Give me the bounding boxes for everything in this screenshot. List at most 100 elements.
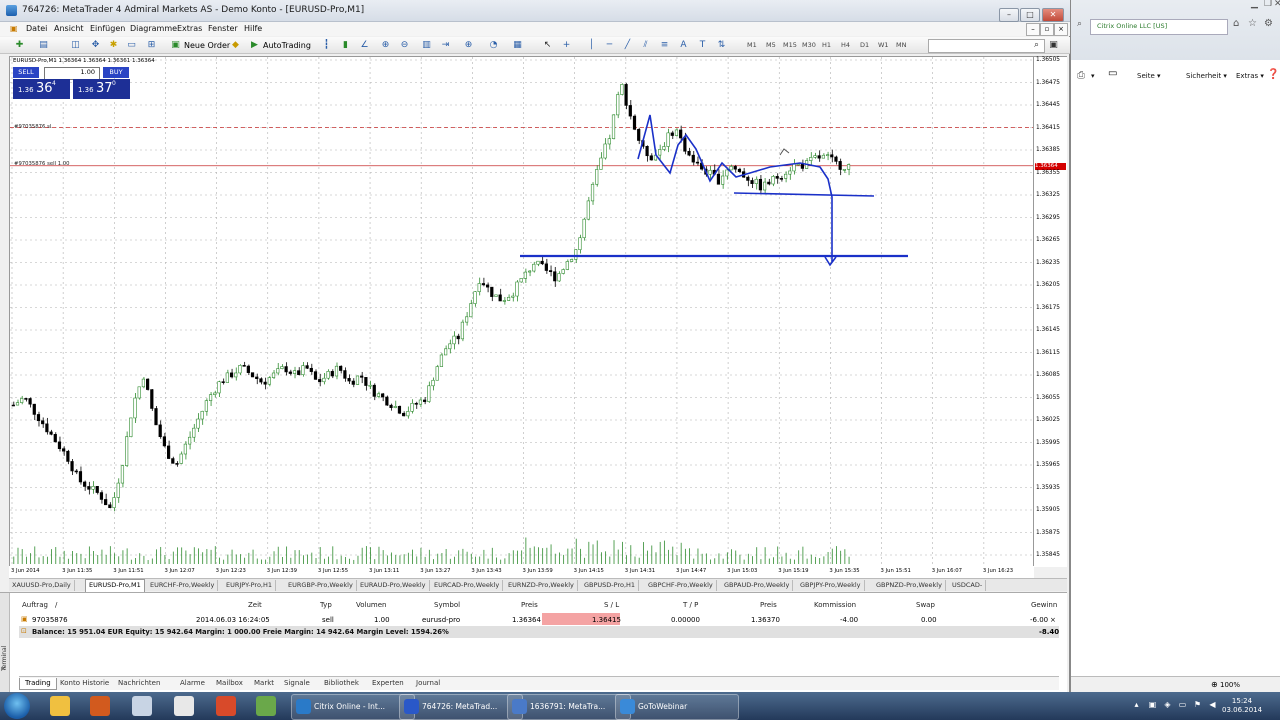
col-zeit[interactable]: Zeit — [248, 601, 262, 609]
market-watch-icon[interactable]: ◫ — [70, 40, 81, 51]
timeframe-w1[interactable]: W1 — [878, 41, 889, 49]
price-axis[interactable]: 1.36364 1.36505 1.36475 1.36445 1.36415 1.36… — [1034, 56, 1067, 567]
menu-ansicht[interactable]: Ansicht — [54, 24, 84, 33]
task-citrix-online[interactable]: Citrix Online - Int... — [291, 694, 415, 720]
menu-browser-extras[interactable]: Extras ▾ — [1236, 72, 1264, 80]
timeframe-m30[interactable]: M30 — [802, 41, 816, 49]
tray-monitor-icon[interactable]: ▭ — [1178, 700, 1187, 709]
chart-tab[interactable]: GBPJPY-Pro,Weekly — [797, 580, 865, 591]
print-icon[interactable]: ⎙ — [1077, 70, 1085, 81]
autotrading-button[interactable]: ▶ AutoTrading — [249, 39, 311, 52]
col-volumen[interactable]: Volumen — [356, 601, 386, 609]
chart-tab[interactable]: EURNZD-Pro,Weekly — [505, 580, 578, 591]
tile-windows-icon[interactable]: ▥ — [421, 40, 432, 51]
menu-fenster[interactable]: Fenster — [208, 24, 238, 33]
menu-hilfe[interactable]: Hilfe — [244, 24, 262, 33]
timeframe-h1[interactable]: H1 — [822, 41, 831, 49]
bar-chart-icon[interactable]: ┇ — [321, 40, 332, 51]
menu-sicherheit[interactable]: Sicherheit ▾ — [1186, 72, 1227, 80]
print-dropdown-icon[interactable]: ▾ — [1091, 72, 1095, 80]
settings-gear-icon[interactable]: ⚙ — [1264, 18, 1273, 29]
close-order-icon[interactable]: × — [1050, 616, 1056, 624]
crosshair-icon[interactable]: + — [561, 40, 572, 51]
help-icon[interactable]: ❓ — [1267, 69, 1279, 80]
terminal-tab[interactable]: Mailbox — [211, 678, 248, 689]
timeframe-m15[interactable]: M15 — [783, 41, 797, 49]
explorer-icon[interactable] — [50, 696, 70, 716]
zoom-out-icon[interactable]: ⊖ — [399, 40, 410, 51]
minimize-button[interactable]: – — [999, 8, 1019, 22]
timeframe-d1[interactable]: D1 — [860, 41, 869, 49]
start-button[interactable] — [4, 693, 30, 719]
zoom-level[interactable]: 100% — [1220, 681, 1240, 689]
meta-editor-icon[interactable]: ◆ — [230, 40, 241, 51]
chart-tab[interactable]: GBPCHF-Pro,Weekly — [645, 580, 717, 591]
office-icon[interactable] — [216, 696, 236, 716]
chart-tab[interactable]: EURUSD-Pro,M1 — [85, 579, 145, 592]
col-tp[interactable]: T / P — [683, 601, 698, 609]
timeframe-m5[interactable]: M5 — [766, 41, 776, 49]
terminal-tab[interactable]: Signale — [279, 678, 315, 689]
browser-restore-icon[interactable]: ❐ — [1264, 0, 1272, 9]
col-swap[interactable]: Swap — [916, 601, 935, 609]
search-icon[interactable]: ⌕ — [1031, 40, 1042, 51]
sell-button[interactable]: 1.36 36 4 — [13, 79, 70, 99]
menu-extras[interactable]: Extras — [177, 24, 202, 33]
favorites-icon[interactable]: ☆ — [1248, 18, 1257, 29]
arrows-icon[interactable]: ⇅ — [716, 40, 727, 51]
task-metatrader-1636791[interactable]: 1636791: MetaTra... — [507, 694, 631, 720]
chart-tab[interactable]: GBPAUD-Pro,Weekly — [721, 580, 794, 591]
chart-tab[interactable]: GBPUSD-Pro,H1 — [581, 580, 640, 591]
mdi-restore-icon[interactable]: ▫ — [1040, 23, 1054, 36]
excel-icon[interactable] — [256, 696, 276, 716]
new-order-button[interactable]: ▣ Neue Order — [170, 39, 230, 52]
chart-tab[interactable]: USDCAD- — [949, 580, 987, 591]
periods-icon[interactable]: ◔ — [488, 40, 499, 51]
cell-tp[interactable]: 0.00000 — [671, 616, 700, 624]
cell-sl[interactable]: 1.36415 — [592, 616, 621, 624]
chart-tab[interactable]: GBPNZD-Pro,Weekly — [873, 580, 946, 591]
chart-tab[interactable]: XAUUSD-Pro,Daily — [9, 580, 75, 591]
vertical-line-icon[interactable]: │ — [586, 40, 597, 51]
line-chart-icon[interactable]: ∠ — [359, 40, 370, 51]
stop-loss-label[interactable]: #97035876 sl — [14, 124, 51, 130]
horizontal-line-icon[interactable]: ─ — [604, 40, 615, 51]
navigator-icon[interactable]: ✥ — [90, 40, 101, 51]
time-axis[interactable]: 3 Jun 2014 3 Jun 11:35 3 Jun 11:51 3 Jun 12… — [9, 566, 1034, 578]
task-gotowebinar[interactable]: GoToWebinar — [615, 694, 739, 720]
maximize-button[interactable]: □ — [1020, 8, 1040, 22]
community-icon[interactable]: ▣ — [1048, 40, 1059, 51]
menu-seite[interactable]: Seite ▾ — [1137, 72, 1161, 80]
buy-tab[interactable]: BUY — [103, 67, 129, 78]
calculator-icon[interactable] — [132, 696, 152, 716]
col-preis[interactable]: Preis — [521, 601, 538, 609]
chart-tab[interactable]: EURCHF-Pro,Weekly — [147, 580, 219, 591]
terminal-tab[interactable]: Nachrichten — [113, 678, 165, 689]
tray-shield-icon[interactable]: ◈ — [1163, 700, 1172, 709]
channel-icon[interactable]: ⫽ — [640, 40, 651, 51]
terminal-tab[interactable]: Alarme — [175, 678, 210, 689]
mdi-minimize-icon[interactable]: – — [1026, 23, 1040, 36]
profiles-icon[interactable]: ▤ — [38, 40, 49, 51]
terminal-icon[interactable]: ▭ — [126, 40, 137, 51]
chart-shift-icon[interactable]: ⇥ — [440, 40, 451, 51]
media-player-icon[interactable] — [90, 696, 110, 716]
timeframe-m1[interactable]: M1 — [747, 41, 757, 49]
search-input[interactable] — [928, 39, 1045, 53]
terminal-tab[interactable]: Trading — [19, 678, 57, 690]
notepad-icon[interactable] — [174, 696, 194, 716]
terminal-tab[interactable]: Markt — [249, 678, 279, 689]
menu-einfuegen[interactable]: Einfügen — [90, 24, 125, 33]
chart-tab[interactable]: EURCAD-Pro,Weekly — [431, 580, 504, 591]
text-tool-icon[interactable]: A — [678, 40, 689, 51]
cursor-icon[interactable]: ↖ — [542, 40, 553, 51]
col-auftrag[interactable]: Auftrag — [22, 601, 48, 609]
col-symbol[interactable]: Symbol — [434, 601, 460, 609]
tray-arrow-icon[interactable]: ▴ — [1132, 700, 1141, 709]
home-icon[interactable]: ⌂ — [1233, 18, 1239, 29]
templates-icon[interactable]: ▦ — [512, 40, 523, 51]
new-chart-icon[interactable]: ✚ — [14, 40, 25, 51]
timeframe-h4[interactable]: H4 — [841, 41, 850, 49]
sell-tab[interactable]: SELL — [13, 67, 39, 78]
fibonacci-icon[interactable]: ≡ — [659, 40, 670, 51]
